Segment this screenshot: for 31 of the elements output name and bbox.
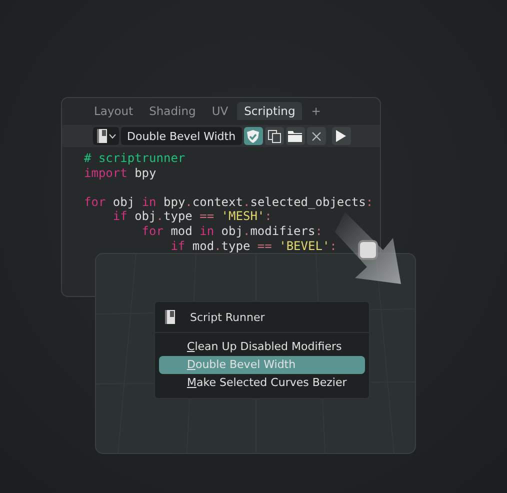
play-icon xyxy=(336,130,346,142)
menu-item[interactable]: Clean Up Disabled Modifiers xyxy=(159,338,365,356)
workspace-tab[interactable]: Scripting xyxy=(237,102,302,120)
workspace-tab[interactable]: UV xyxy=(204,102,236,120)
book-icon xyxy=(96,129,108,143)
menu-item[interactable]: Double Bevel Width xyxy=(159,356,365,374)
workspace-tab[interactable]: Shading xyxy=(142,102,203,120)
copy-icon xyxy=(268,130,281,142)
code-line: for obj in bpy.context.selected_objects: xyxy=(84,194,374,210)
code-line: if obj.type == 'MESH': xyxy=(112,209,273,224)
script-dropdown[interactable] xyxy=(93,127,119,145)
book-icon xyxy=(164,310,176,324)
script-name-field[interactable]: Double Bevel Width xyxy=(121,127,242,145)
run-script-button[interactable] xyxy=(332,127,351,145)
workspace-tab[interactable]: Layout xyxy=(87,102,140,120)
shield-check-button[interactable] xyxy=(244,127,263,145)
folder-icon xyxy=(288,130,302,142)
menu-title: Script Runner xyxy=(190,310,265,324)
copy-button[interactable] xyxy=(264,127,284,145)
caret-icon xyxy=(109,134,116,138)
code-line: for mod in obj.modifiers: xyxy=(140,224,324,239)
arrow-drawing xyxy=(335,212,401,284)
close-icon xyxy=(312,132,321,140)
menu-item[interactable]: Make Selected Curves Bezier xyxy=(159,374,365,392)
code-line: # scriptrunner xyxy=(84,151,186,166)
shield-check-icon xyxy=(247,130,260,142)
close-button[interactable] xyxy=(306,127,326,145)
code-line: if mod.type == 'BEVEL': xyxy=(170,238,338,254)
code-line: import bpy xyxy=(84,166,158,180)
folder-button[interactable] xyxy=(286,127,305,145)
workspace-tab[interactable]: + xyxy=(304,102,328,120)
